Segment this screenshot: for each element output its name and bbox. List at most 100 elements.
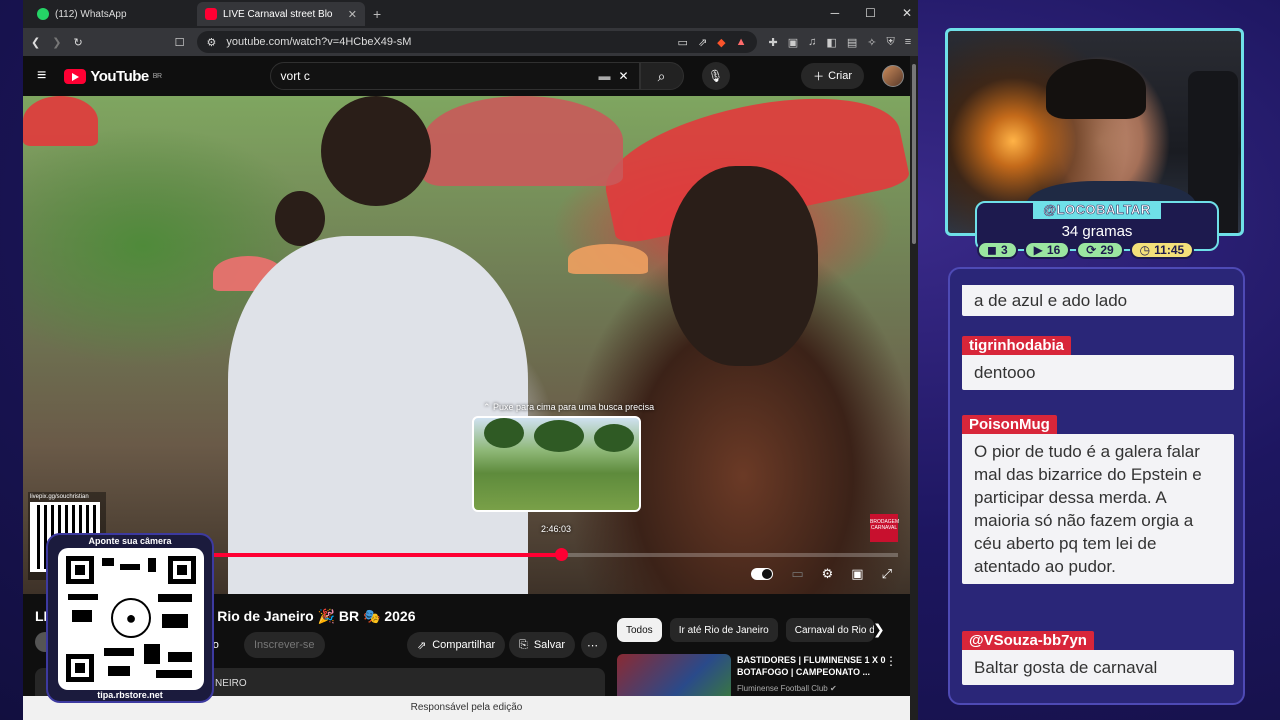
youtube-logo[interactable]: YouTube BR xyxy=(64,67,162,85)
extensions-bar: ✚ ▣ ♫ ◧ ▤ ✧ ⛨ ≡ xyxy=(769,36,912,49)
search-button[interactable]: ⌕ xyxy=(639,62,684,90)
chip-rio[interactable]: Ir até Rio de Janeiro xyxy=(669,618,778,642)
qr-top-label: Aponte sua câmera xyxy=(88,536,172,546)
plus-icon: ＋ xyxy=(813,71,825,83)
save-button[interactable]: ⎘ Salvar xyxy=(509,632,575,658)
new-tab-button[interactable]: + xyxy=(373,6,381,22)
hamburger-menu-icon[interactable]: ≡ xyxy=(37,67,46,85)
close-tab-icon[interactable]: ✕ xyxy=(348,8,357,21)
chat-message: tigrinhodabia dentooo xyxy=(962,336,1234,390)
save-icon: ⎘ xyxy=(519,638,528,651)
streamer-subtitle: 34 gramas xyxy=(1061,223,1133,240)
back-icon[interactable]: ❮ xyxy=(31,36,40,49)
close-window-button[interactable]: ✕ xyxy=(902,6,912,20)
scrubber-knob[interactable] xyxy=(554,548,568,561)
search-input[interactable]: vort c ▬ ✕ xyxy=(269,62,640,90)
recommended-title[interactable]: BASTIDORES | FLUMINENSE 1 X 0 BOTAFOGO |… xyxy=(737,654,887,678)
theater-mode-icon[interactable]: ▣ xyxy=(851,566,863,582)
chat-panel: a de azul e ado lado tigrinhodabia dento… xyxy=(948,267,1245,705)
avatar[interactable] xyxy=(882,65,904,87)
create-button[interactable]: ＋ Criar xyxy=(801,63,864,89)
chip-all[interactable]: Todos xyxy=(617,618,662,642)
vpn-icon[interactable]: ⛨ xyxy=(886,36,894,49)
voice-search-button[interactable]: 🎙 xyxy=(701,62,730,90)
brave-shield-icon[interactable]: ◆ xyxy=(717,36,725,49)
search-query: vort c xyxy=(280,69,310,83)
video-player[interactable]: ⌃ Puxe para cima para uma busca precisa … xyxy=(23,96,910,594)
music-icon[interactable]: ♫ xyxy=(808,36,816,49)
scrollbar-thumb[interactable] xyxy=(912,64,916,244)
screenshot-icon[interactable]: ▣ xyxy=(788,36,798,49)
site-info-icon[interactable]: ⚙ xyxy=(207,36,217,49)
leo-icon[interactable]: ✧ xyxy=(867,36,876,49)
tab-label: (112) WhatsApp xyxy=(55,8,127,20)
share-icon: ⇗ xyxy=(417,639,427,652)
reload-icon[interactable]: ↻ xyxy=(73,36,82,49)
whatsapp-icon xyxy=(37,8,49,20)
tab-whatsapp[interactable]: (112) WhatsApp xyxy=(29,2,197,26)
player-controls: ▭ ⚙ ▣ ⤢ xyxy=(751,566,892,582)
chevron-right-icon[interactable]: ❯ xyxy=(873,621,885,638)
create-label: Criar xyxy=(828,70,852,82)
umbrella-shape xyxy=(423,96,623,186)
share-button[interactable]: ⇗ Compartilhar xyxy=(407,632,506,658)
rewards-icon[interactable]: ▲ xyxy=(736,36,747,48)
uptime: ◷ 11:45 xyxy=(1129,241,1195,259)
youtube-header: ≡ YouTube BR vort c ▬ ✕ ⌕ 🎙 ＋ Criar xyxy=(23,56,918,96)
tree-shape xyxy=(594,424,634,452)
more-actions-button[interactable]: ⋯ xyxy=(581,632,607,658)
preview-hint: ⌃ Puxe para cima para uma busca precisa xyxy=(483,402,655,412)
maximize-button[interactable]: ☐ xyxy=(865,6,876,20)
menu-icon[interactable]: ≡ xyxy=(905,36,911,49)
tree-shape xyxy=(534,420,584,452)
mic-icon: ● xyxy=(111,598,151,638)
subtitles-icon[interactable]: ▭ xyxy=(791,566,803,582)
address-bar: ❮ ❯ ↻ ☐ ⚙ youtube.com/watch?v=4HCbeX49-s… xyxy=(23,28,918,56)
clear-search-icon[interactable]: ✕ xyxy=(618,69,628,83)
youtube-favicon-icon xyxy=(205,8,217,20)
chat-username: tigrinhodabia xyxy=(962,336,1071,355)
hair-shape xyxy=(1046,59,1146,119)
streamer-name: @LOCOBALTAR xyxy=(1033,201,1161,219)
tree-shape xyxy=(484,418,524,448)
cast-icon[interactable]: ▭ xyxy=(678,36,688,49)
chat-username: @VSouza-bb7yn xyxy=(962,631,1094,650)
more-icon: ⋯ xyxy=(587,639,598,652)
youtube-play-icon xyxy=(64,68,87,84)
logo-text: YouTube xyxy=(90,67,149,85)
tip-qr-card: Aponte sua câmera ● tipa.rbstore.net xyxy=(46,533,214,703)
twitch-icon: ◼ xyxy=(987,243,997,257)
page-scrollbar[interactable] xyxy=(910,56,918,720)
extensions-icon[interactable]: ✚ xyxy=(769,36,778,49)
share-icon[interactable]: ⇗ xyxy=(698,36,707,49)
seek-preview-thumbnail xyxy=(472,416,641,512)
window-controls: ─ ☐ ✕ xyxy=(831,6,912,20)
fullscreen-icon[interactable]: ⤢ xyxy=(882,566,892,582)
kick-icon: ⟳ xyxy=(1086,243,1097,257)
person-shirt xyxy=(228,236,528,594)
recommended-channel[interactable]: Fluminense Football Club ✔ xyxy=(737,684,837,693)
url-field[interactable]: ⚙ youtube.com/watch?v=4HCbeX49-sM ▭ ⇗ ◆ … xyxy=(196,31,757,53)
bookmark-icon[interactable]: ☐ xyxy=(175,36,185,49)
person-head xyxy=(275,191,325,246)
chat-text: dentooo xyxy=(962,355,1234,390)
person-head xyxy=(668,166,818,366)
settings-icon[interactable]: ⚙ xyxy=(822,566,834,582)
autoplay-toggle[interactable] xyxy=(751,568,774,580)
clock-icon: ◷ xyxy=(1139,243,1151,257)
chat-text: a de azul e ado lado xyxy=(962,285,1234,316)
forward-icon[interactable]: ❯ xyxy=(52,36,61,49)
sidebar-icon[interactable]: ◧ xyxy=(826,36,836,49)
more-vert-icon[interactable]: ⋮ xyxy=(885,654,897,668)
minimize-button[interactable]: ─ xyxy=(831,6,840,20)
search-icon: ⌕ xyxy=(657,67,666,84)
keyboard-icon[interactable]: ▬ xyxy=(598,69,610,83)
person-head xyxy=(321,96,431,206)
subscribe-button[interactable]: Inscrever-se xyxy=(244,632,325,658)
chip-carnaval[interactable]: Carnaval do Rio d xyxy=(785,618,874,642)
youtube-viewers: ▶ 16 xyxy=(1023,241,1071,259)
tab-youtube[interactable]: LIVE Carnaval street Block in Rio de ✕ xyxy=(197,2,365,26)
chat-username: PoisonMug xyxy=(962,415,1057,434)
verified-icon: ✔ xyxy=(829,684,837,693)
wallet-icon[interactable]: ▤ xyxy=(847,36,857,49)
